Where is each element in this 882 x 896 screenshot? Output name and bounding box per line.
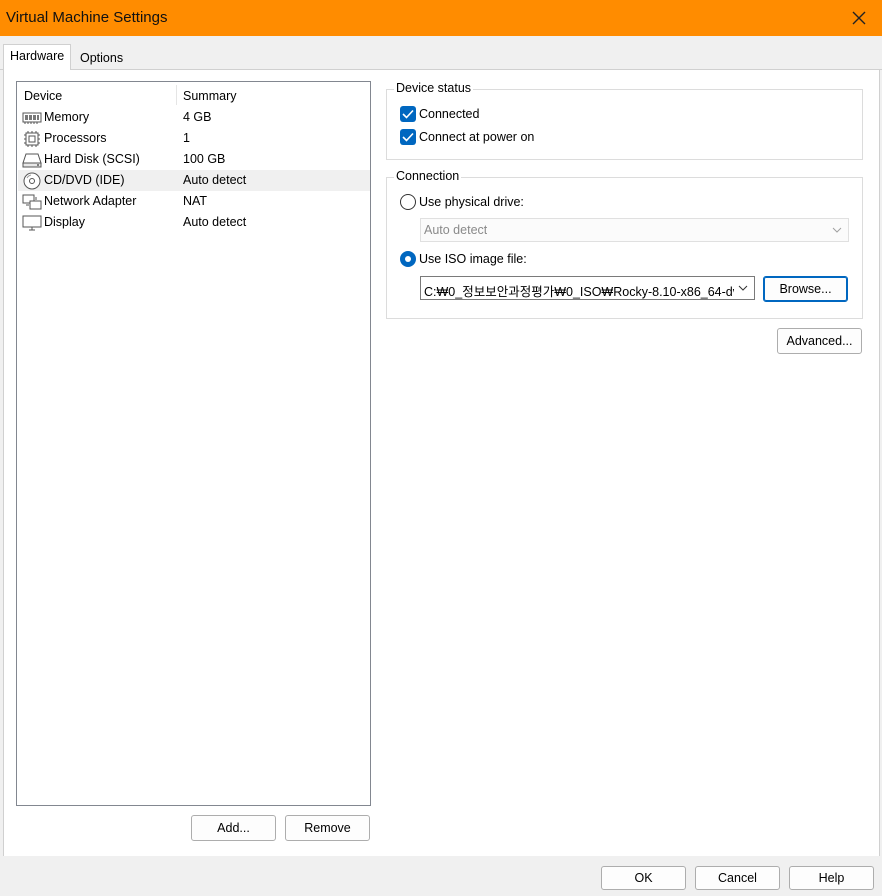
tab-hardware[interactable]: Hardware: [3, 44, 72, 70]
device-row-memory[interactable]: Memory 4 GB: [18, 107, 370, 128]
close-icon: [852, 11, 866, 25]
column-header-device[interactable]: Device: [24, 89, 62, 103]
checkmark-icon: [402, 132, 414, 142]
network-adapter-icon: [22, 194, 42, 210]
remove-device-button[interactable]: Remove: [285, 815, 370, 841]
device-list-header: Device Summary: [17, 82, 370, 107]
chevron-down-icon: [832, 227, 842, 233]
column-header-summary[interactable]: Summary: [183, 89, 236, 103]
processor-icon: [24, 131, 40, 147]
device-summary: 4 GB: [183, 110, 212, 124]
physical-drive-value: Auto detect: [424, 223, 488, 237]
connected-label[interactable]: Connected: [419, 107, 479, 121]
close-button[interactable]: [836, 0, 882, 36]
device-row-processors[interactable]: Processors 1: [18, 128, 370, 149]
connection-title: Connection: [394, 169, 462, 183]
hard-disk-icon: [22, 153, 42, 168]
checkmark-icon: [402, 109, 414, 119]
connect-at-power-on-checkbox[interactable]: [400, 129, 416, 145]
device-list[interactable]: Device Summary Memory 4 GB Processors 1 …: [16, 81, 371, 806]
device-row-network-adapter[interactable]: Network Adapter NAT: [18, 191, 370, 212]
display-icon: [22, 215, 42, 231]
device-name: Hard Disk (SCSI): [44, 152, 140, 166]
device-row-cd-dvd[interactable]: CD/DVD (IDE) Auto detect: [18, 170, 370, 191]
column-separator[interactable]: [176, 85, 177, 105]
device-summary: 100 GB: [183, 152, 226, 166]
browse-button[interactable]: Browse...: [763, 276, 848, 302]
add-device-button[interactable]: Add...: [191, 815, 276, 841]
memory-icon: [22, 112, 42, 124]
window-title: Virtual Machine Settings: [6, 9, 168, 26]
ok-button[interactable]: OK: [601, 866, 686, 890]
physical-drive-select[interactable]: Auto detect: [420, 218, 849, 242]
device-status-group: Device status: [386, 81, 863, 160]
help-button[interactable]: Help: [789, 866, 874, 890]
iso-image-path-value: C:₩0_정보보안과정평가₩0_ISO₩Rocky-8.10-x86_64-dv…: [424, 285, 734, 299]
device-name: Display: [44, 215, 85, 229]
use-physical-drive-label[interactable]: Use physical drive:: [419, 195, 524, 209]
device-row-hard-disk[interactable]: Hard Disk (SCSI) 100 GB: [18, 149, 370, 170]
device-name: Network Adapter: [44, 194, 137, 208]
tab-strip: Hardware Options: [0, 36, 882, 70]
device-summary: Auto detect: [183, 173, 247, 187]
device-name: Memory: [44, 110, 90, 124]
device-name: Processors: [44, 131, 107, 145]
cd-dvd-icon: [23, 172, 41, 190]
connect-at-power-on-label[interactable]: Connect at power on: [419, 130, 534, 144]
iso-image-path-combo[interactable]: C:₩0_정보보안과정평가₩0_ISO₩Rocky-8.10-x86_64-dv…: [420, 276, 755, 300]
device-row-display[interactable]: Display Auto detect: [18, 212, 370, 233]
connected-checkbox[interactable]: [400, 106, 416, 122]
device-summary: Auto detect: [183, 215, 247, 229]
device-summary: NAT: [183, 194, 208, 208]
advanced-button[interactable]: Advanced...: [777, 328, 862, 354]
tab-options[interactable]: Options: [73, 46, 130, 70]
use-physical-drive-radio[interactable]: [400, 194, 416, 210]
device-summary: 1: [183, 131, 190, 145]
cancel-button[interactable]: Cancel: [695, 866, 780, 890]
use-iso-image-label[interactable]: Use ISO image file:: [419, 252, 527, 266]
use-iso-image-radio[interactable]: [400, 251, 416, 267]
device-name: CD/DVD (IDE): [44, 173, 125, 187]
device-status-title: Device status: [394, 81, 474, 95]
title-bar: Virtual Machine Settings: [0, 0, 882, 36]
chevron-down-icon: [738, 285, 748, 291]
